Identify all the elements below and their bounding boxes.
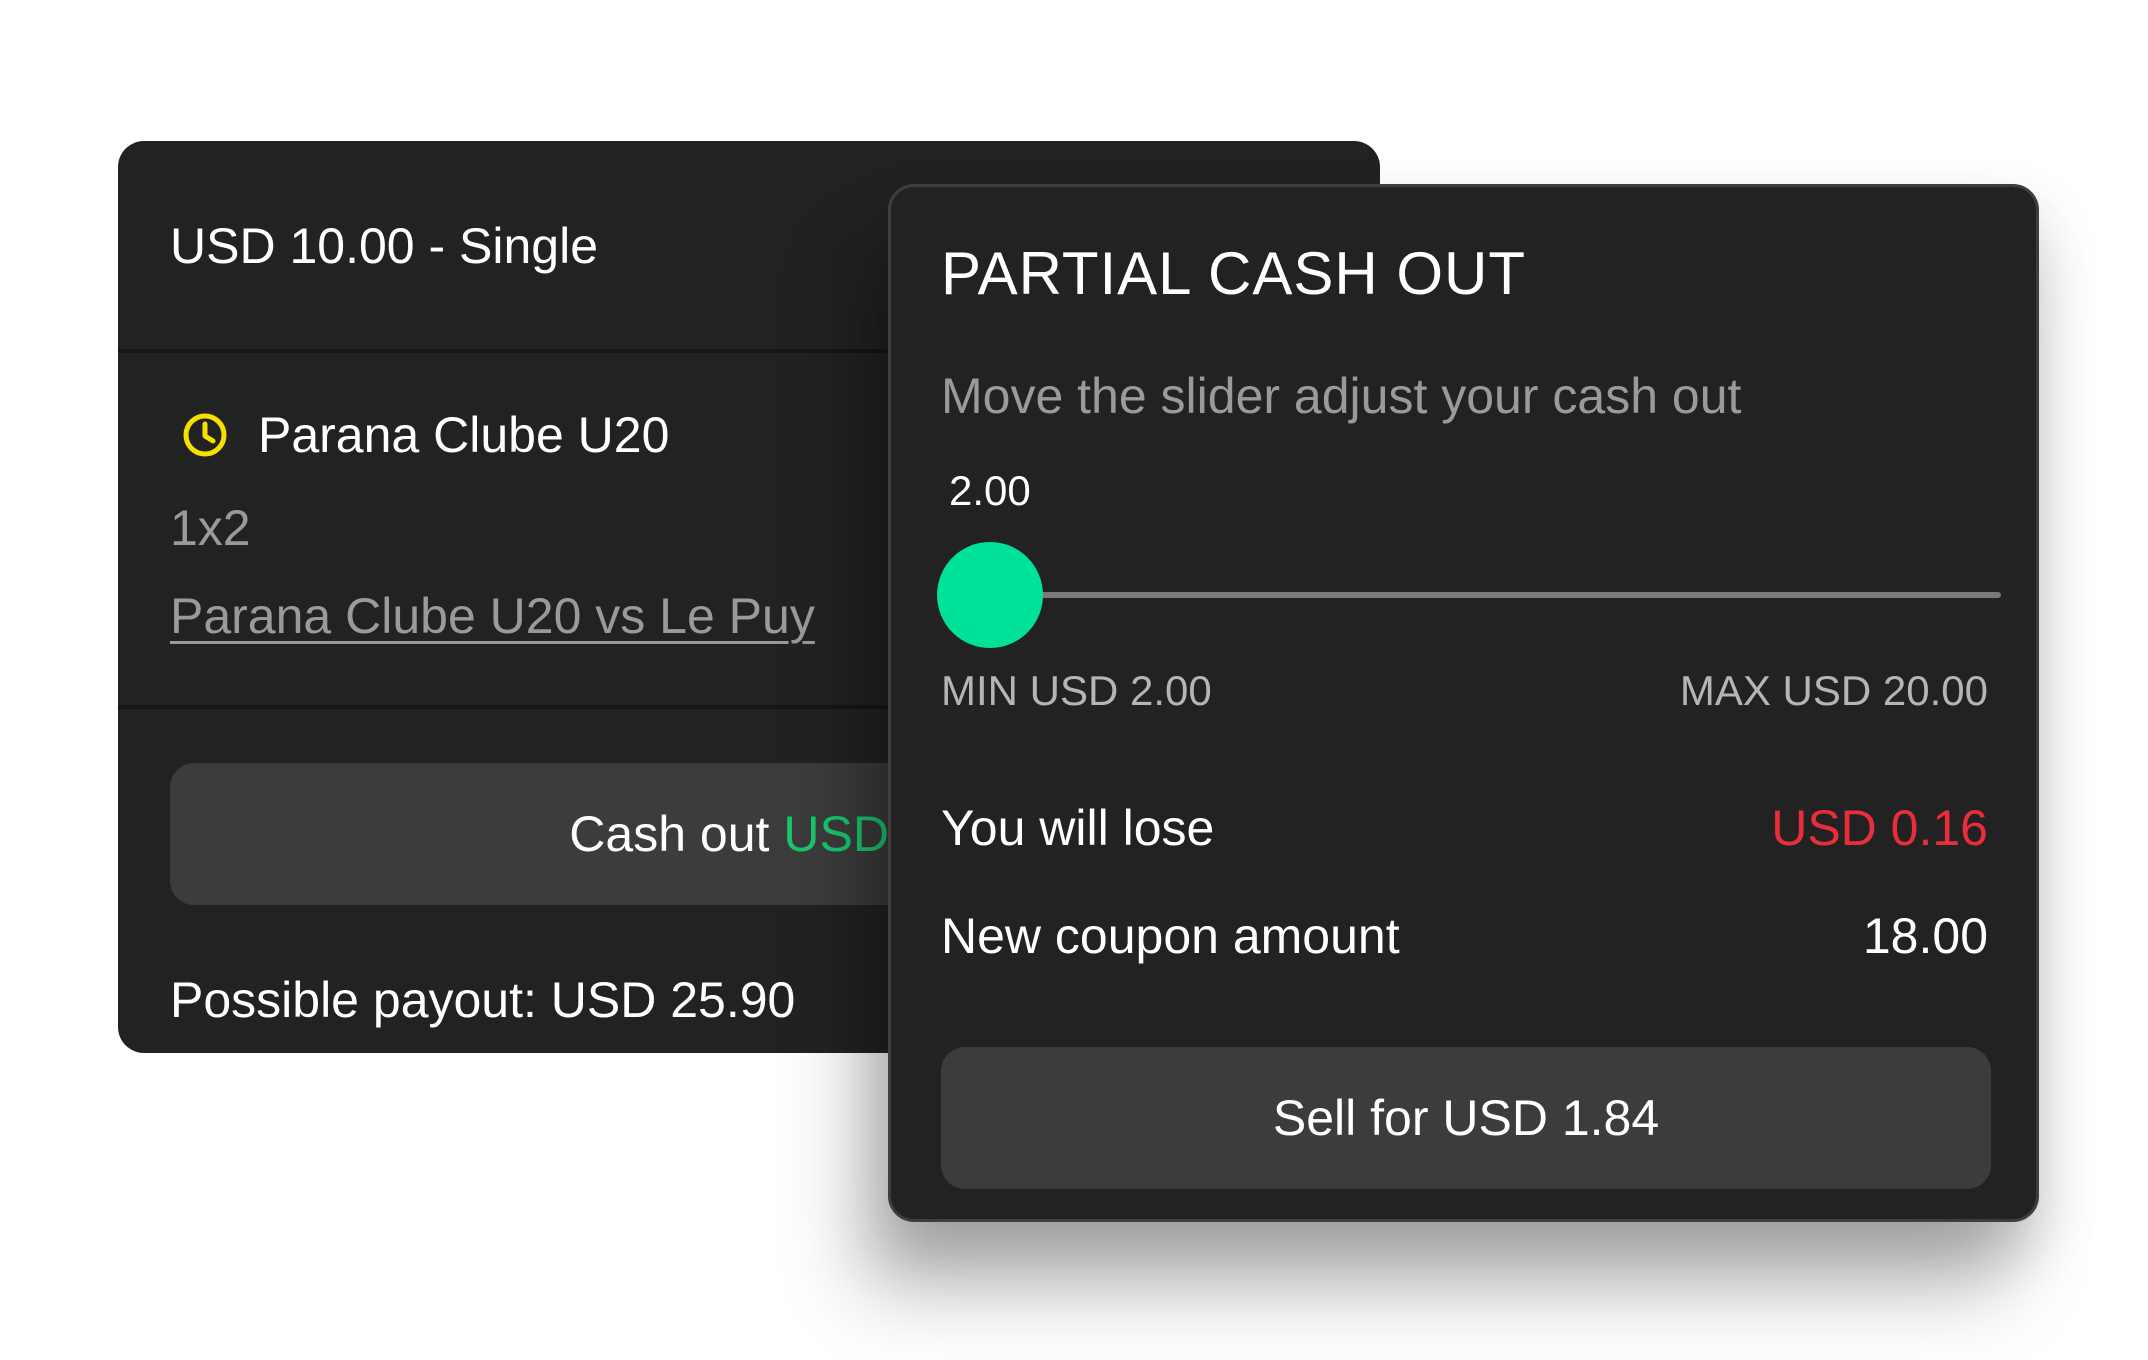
selection-name: Parana Clube U20 (258, 407, 670, 463)
sell-button[interactable]: Sell for USD 1.84 (941, 1047, 1991, 1189)
slider-min-label: MIN USD 2.00 (941, 667, 1212, 714)
clock-icon (180, 410, 230, 460)
cash-out-slider-thumb[interactable] (937, 542, 1043, 648)
possible-payout: Possible payout: USD 25.90 (170, 972, 796, 1028)
cash-out-slider-track[interactable] (951, 592, 2001, 598)
slider-value: 2.00 (949, 467, 1031, 514)
selection-row: Parana Clube U20 (180, 406, 669, 464)
panel-subtitle: Move the slider adjust your cash out (941, 368, 1742, 424)
bet-header: USD 10.00 - Single (170, 218, 599, 274)
lose-value: USD 0.16 (1771, 800, 1988, 856)
coupon-row: New coupon amount 18.00 (941, 907, 1988, 965)
lose-label: You will lose (941, 800, 1215, 856)
event-link[interactable]: Parana Clube U20 vs Le Puy (170, 587, 815, 645)
partial-cash-out-panel: PARTIAL CASH OUT Move the slider adjust … (888, 184, 2039, 1222)
stage: USD 10.00 - Single Parana Clube U20 1x2 … (0, 0, 2148, 1360)
coupon-label: New coupon amount (941, 908, 1400, 964)
cash-out-label: Cash out (569, 806, 770, 862)
market-label: 1x2 (170, 500, 251, 556)
lose-row: You will lose USD 0.16 (941, 799, 1988, 857)
slider-max-label: MAX USD 20.00 (1679, 667, 1988, 714)
coupon-value: 18.00 (1862, 908, 1988, 964)
panel-title: PARTIAL CASH OUT (941, 240, 1527, 307)
